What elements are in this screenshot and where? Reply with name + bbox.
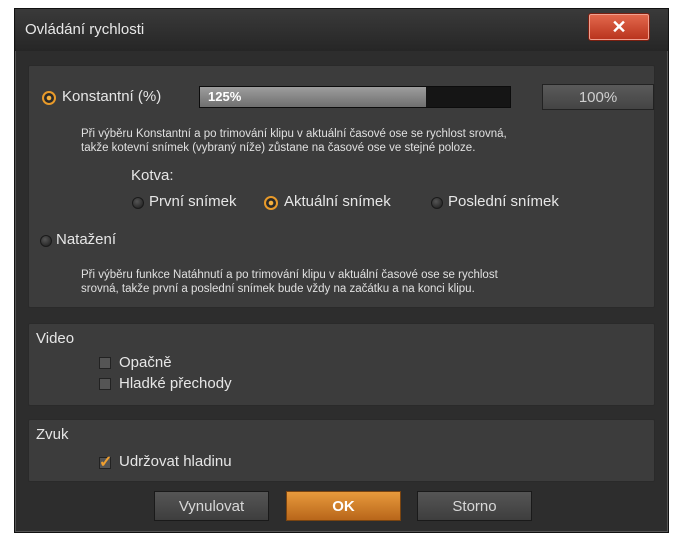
speed-slider-value: 125% bbox=[208, 89, 242, 104]
anchor-first-radio[interactable] bbox=[132, 197, 144, 209]
reset-button[interactable]: Vynulovat bbox=[154, 491, 269, 521]
constant-label[interactable]: Konstantní (%) bbox=[62, 88, 161, 105]
close-icon: ✕ bbox=[611, 16, 627, 37]
smooth-transitions-label[interactable]: Hladké přechody bbox=[119, 375, 232, 392]
cancel-button[interactable]: Storno bbox=[417, 491, 532, 521]
speed-control-dialog: Ovládání rychlosti ✕ Konstantní (%) 125%… bbox=[14, 8, 669, 533]
video-section-title: Video bbox=[36, 330, 75, 347]
keep-pitch-checkbox[interactable]: ✓ bbox=[99, 454, 112, 471]
anchor-last-radio[interactable] bbox=[431, 197, 443, 209]
anchor-label: Kotva: bbox=[131, 167, 174, 184]
smooth-transitions-checkbox[interactable] bbox=[99, 378, 111, 390]
anchor-current-label[interactable]: Aktuální snímek bbox=[284, 193, 391, 210]
reverse-label[interactable]: Opačně bbox=[119, 354, 172, 371]
anchor-current-radio[interactable] bbox=[264, 196, 278, 210]
speed-slider[interactable]: 125% bbox=[199, 86, 511, 108]
stretch-description-2: srovná, takže první a poslední snímek bu… bbox=[81, 283, 475, 295]
audio-panel: Zvuk ✓ Udržovat hladinu bbox=[28, 419, 655, 482]
anchor-first-label[interactable]: První snímek bbox=[149, 193, 237, 210]
keep-pitch-label[interactable]: Udržovat hladinu bbox=[119, 453, 232, 470]
video-panel: Video Opačně Hladké přechody bbox=[28, 323, 655, 406]
close-button[interactable]: ✕ bbox=[588, 13, 650, 41]
constant-radio[interactable] bbox=[42, 91, 56, 105]
speed-panel: Konstantní (%) 125% 100% Při výběru Kons… bbox=[28, 65, 655, 308]
audio-section-title: Zvuk bbox=[36, 426, 69, 443]
dialog-title: Ovládání rychlosti bbox=[25, 21, 145, 38]
title-bar: Ovládání rychlosti ✕ bbox=[15, 9, 668, 51]
stretch-description-1: Při výběru funkce Natáhnutí a po trimová… bbox=[81, 269, 498, 281]
stretch-label[interactable]: Natažení bbox=[56, 231, 116, 248]
ok-button[interactable]: OK bbox=[286, 491, 401, 521]
percent-field[interactable]: 100% bbox=[542, 84, 654, 110]
reverse-checkbox[interactable] bbox=[99, 357, 111, 369]
stretch-radio[interactable] bbox=[40, 235, 52, 247]
constant-description-1: Při výběru Konstantní a po trimování kli… bbox=[81, 128, 507, 140]
checkmark-icon: ✓ bbox=[99, 454, 113, 471]
constant-description-2: takže kotevní snímek (vybraný níže) zůst… bbox=[81, 142, 476, 154]
anchor-last-label[interactable]: Poslední snímek bbox=[448, 193, 559, 210]
